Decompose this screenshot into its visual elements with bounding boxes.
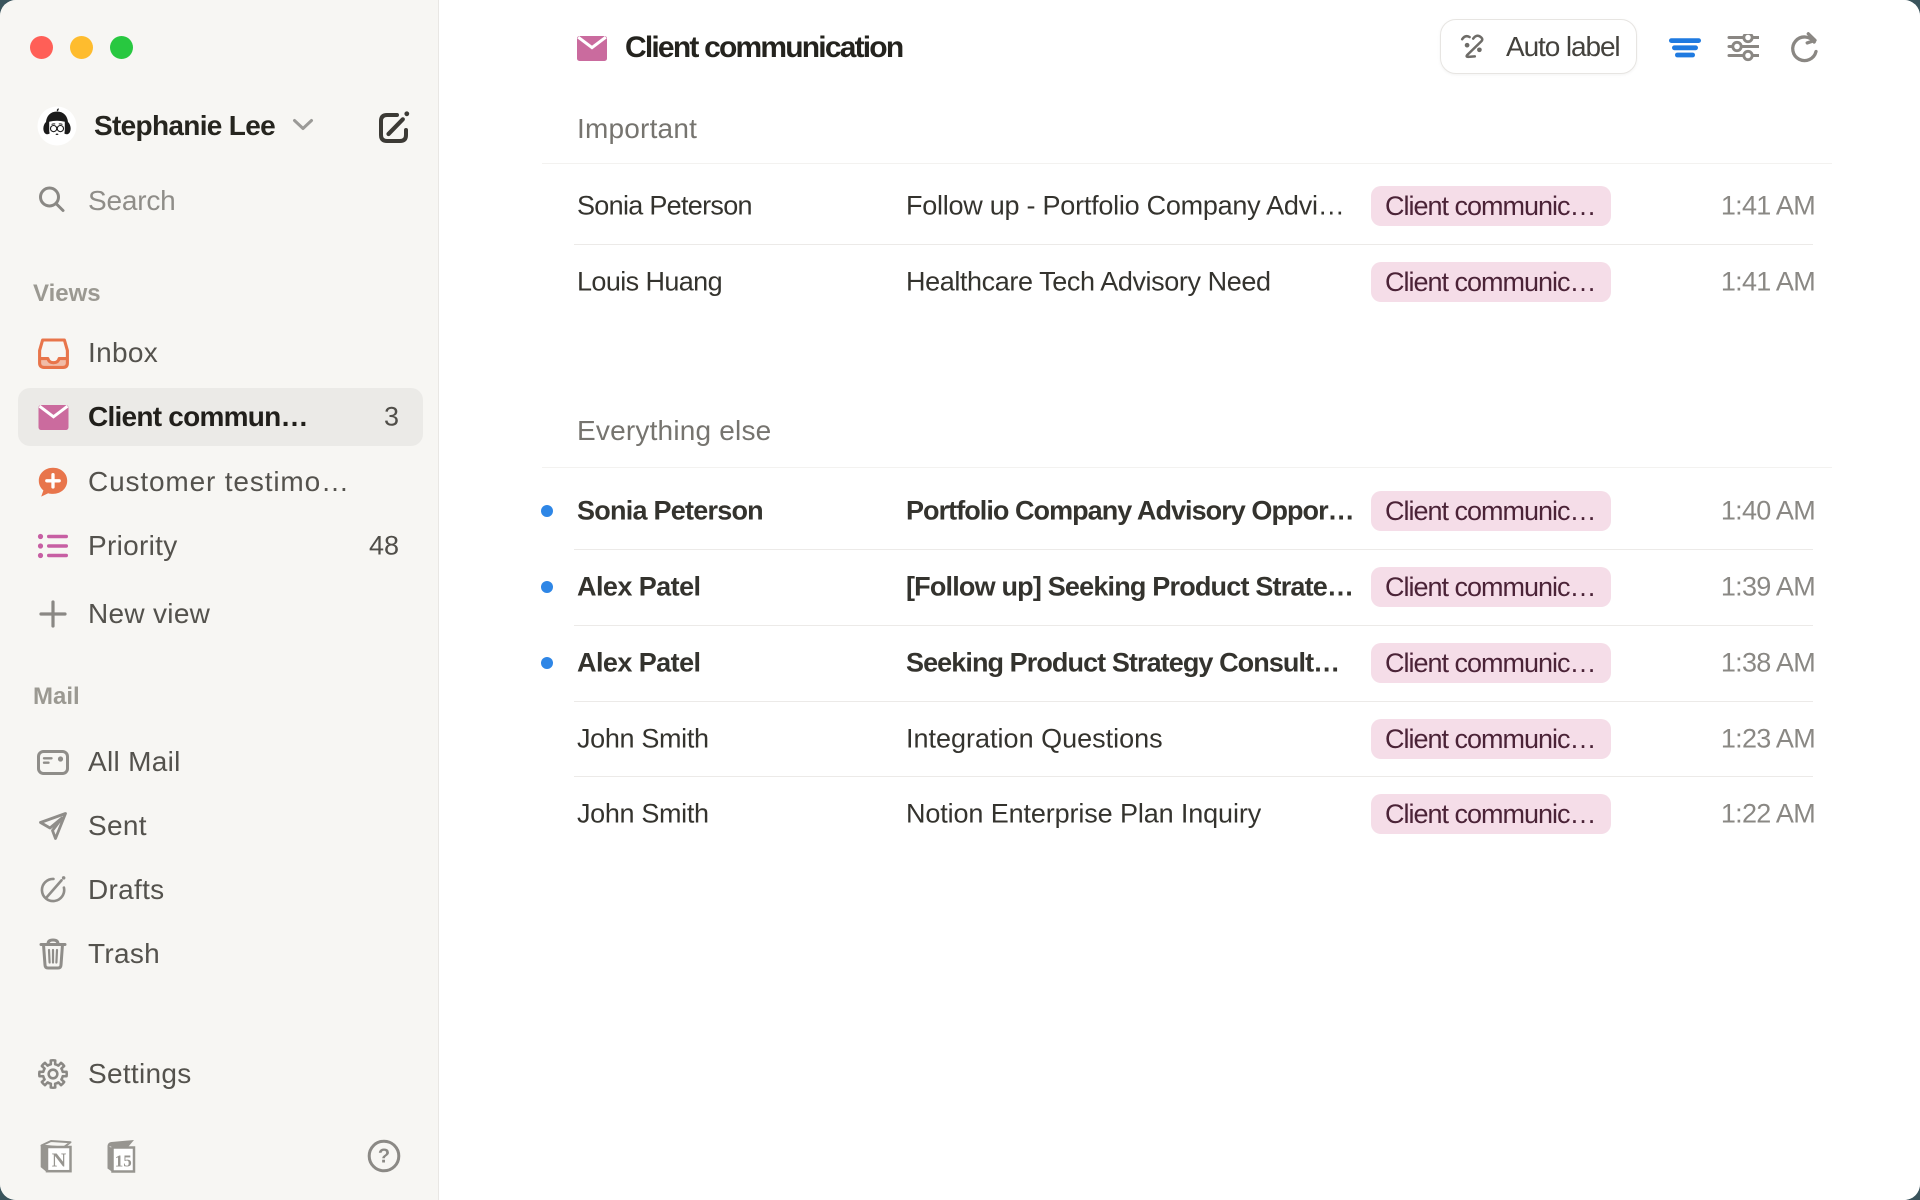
svg-text:15: 15 [115, 1152, 132, 1171]
svg-text:N: N [52, 1150, 67, 1172]
svg-text:?: ? [378, 1146, 390, 1168]
